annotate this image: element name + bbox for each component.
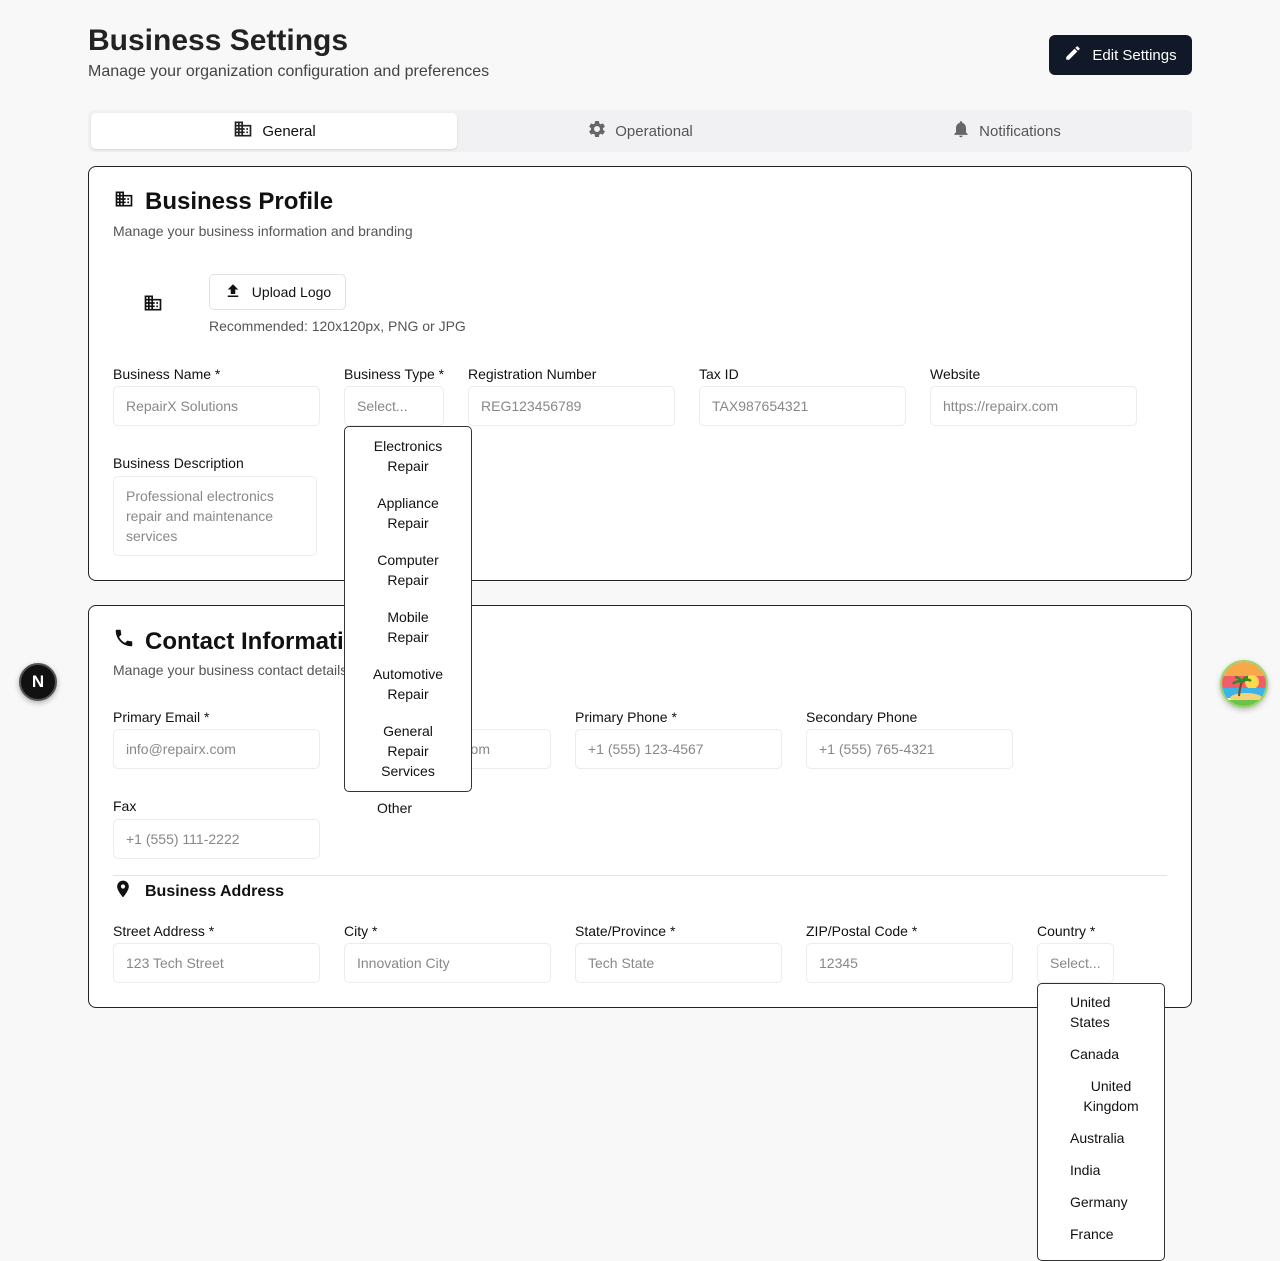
business-address-title-text: Business Address	[145, 882, 285, 900]
upload-hint: Recommended: 120x120px, PNG or JPG	[209, 318, 466, 334]
primary-email-label: Primary Email *	[113, 709, 210, 725]
city-label: City *	[344, 923, 378, 939]
map-pin-icon	[113, 878, 133, 905]
country-option[interactable]: Germany	[1038, 1188, 1164, 1220]
business-description-textarea[interactable]: Professional electronics repair and main…	[113, 476, 317, 556]
zip-input[interactable]: 12345	[806, 943, 1013, 983]
business-type-label: Business Type *	[344, 366, 445, 382]
business-type-option[interactable]: General Repair Services	[345, 709, 471, 786]
building-icon	[142, 293, 164, 318]
section-divider	[113, 875, 1167, 876]
edit-settings-label: Edit Settings	[1092, 46, 1177, 64]
country-label: Country *	[1037, 923, 1096, 939]
page-title: Business Settings	[88, 24, 349, 57]
tax-id-input[interactable]: TAX987654321	[699, 386, 906, 426]
fax-label: Fax	[113, 798, 137, 814]
country-option[interactable]: Canada	[1038, 1040, 1164, 1072]
business-type-option[interactable]: Computer Repair	[345, 538, 471, 595]
page-subtitle: Manage your organization configuration a…	[88, 63, 490, 80]
state-input[interactable]: Tech State	[575, 943, 782, 983]
business-type-option[interactable]: Appliance Repair	[345, 481, 471, 538]
bell-icon	[951, 119, 971, 143]
business-type-option[interactable]: Mobile Repair	[345, 595, 471, 652]
upload-icon	[224, 282, 242, 303]
gear-icon	[587, 119, 607, 143]
business-address-title: Business Address	[113, 878, 284, 905]
business-profile-title: Business Profile	[113, 188, 333, 216]
business-type-dropdown: Electronics Repair Appliance Repair Comp…	[344, 426, 472, 816]
pencil-icon	[1064, 44, 1082, 66]
registration-number-label: Registration Number	[468, 366, 597, 382]
contact-information-description: Manage your business contact details	[113, 662, 348, 678]
logo-placeholder	[133, 285, 173, 325]
tab-general-label: General	[262, 122, 316, 140]
n-badge-letter: N	[31, 672, 45, 691]
country-option[interactable]: United States	[1038, 988, 1164, 1040]
primary-phone-label: Primary Phone *	[575, 709, 677, 725]
business-description-label: Business Description	[113, 455, 244, 471]
settings-tabs: General Operational Notifications	[88, 110, 1192, 152]
country-option[interactable]: United Kingdom	[1038, 1072, 1164, 1124]
beach-avatar-icon[interactable]	[1220, 660, 1268, 708]
upload-logo-label: Upload Logo	[251, 284, 332, 300]
nextjs-dev-badge[interactable]: N	[19, 663, 57, 701]
country-option[interactable]: Other	[1038, 1252, 1164, 1261]
state-label: State/Province *	[575, 923, 676, 939]
city-input[interactable]: Innovation City	[344, 943, 551, 983]
fax-input[interactable]: +1 (555) 111-2222	[113, 819, 320, 859]
business-name-input[interactable]: RepairX Solutions	[113, 386, 320, 426]
business-type-select[interactable]: Select...	[344, 386, 444, 426]
tab-general[interactable]: General	[91, 113, 457, 149]
building-icon	[232, 119, 254, 143]
tab-operational[interactable]: Operational	[457, 113, 823, 149]
upload-logo-button[interactable]: Upload Logo	[209, 274, 346, 310]
primary-email-input[interactable]: info@repairx.com	[113, 729, 320, 769]
contact-information-title: Contact Information	[113, 627, 373, 656]
website-label: Website	[930, 366, 981, 382]
business-type-option[interactable]: Other	[345, 786, 471, 823]
business-type-option[interactable]: Electronics Repair	[345, 431, 471, 481]
tax-id-label: Tax ID	[699, 366, 739, 382]
secondary-email-partial: om	[470, 741, 490, 757]
tab-operational-label: Operational	[615, 122, 693, 140]
phone-icon	[113, 627, 135, 656]
business-type-option[interactable]: Automotive Repair	[345, 652, 471, 709]
business-name-label: Business Name *	[113, 366, 221, 382]
website-input[interactable]: https://repairx.com	[930, 386, 1137, 426]
secondary-phone-label: Secondary Phone	[806, 709, 918, 725]
registration-number-input[interactable]: REG123456789	[468, 386, 675, 426]
country-option[interactable]: Australia	[1038, 1124, 1164, 1156]
country-select[interactable]: Select...	[1037, 943, 1114, 983]
contact-information-card: Contact Information Manage your business…	[88, 605, 1192, 1008]
country-option[interactable]: India	[1038, 1156, 1164, 1188]
edit-settings-button[interactable]: Edit Settings	[1049, 35, 1192, 75]
zip-label: ZIP/Postal Code *	[806, 923, 918, 939]
tab-notifications[interactable]: Notifications	[823, 113, 1189, 149]
secondary-phone-input[interactable]: +1 (555) 765-4321	[806, 729, 1013, 769]
business-profile-card: Business Profile Manage your business in…	[88, 166, 1192, 581]
business-profile-description: Manage your business information and bra…	[113, 223, 413, 239]
building-icon	[113, 188, 135, 216]
country-option[interactable]: France	[1038, 1220, 1164, 1252]
business-profile-title-text: Business Profile	[145, 188, 334, 215]
street-address-input[interactable]: 123 Tech Street	[113, 943, 320, 983]
primary-phone-input[interactable]: +1 (555) 123-4567	[575, 729, 782, 769]
tab-notifications-label: Notifications	[979, 122, 1061, 140]
country-dropdown: United States Canada United Kingdom Aust…	[1037, 983, 1165, 1261]
contact-information-title-text: Contact Information	[145, 627, 373, 655]
street-address-label: Street Address *	[113, 923, 215, 939]
